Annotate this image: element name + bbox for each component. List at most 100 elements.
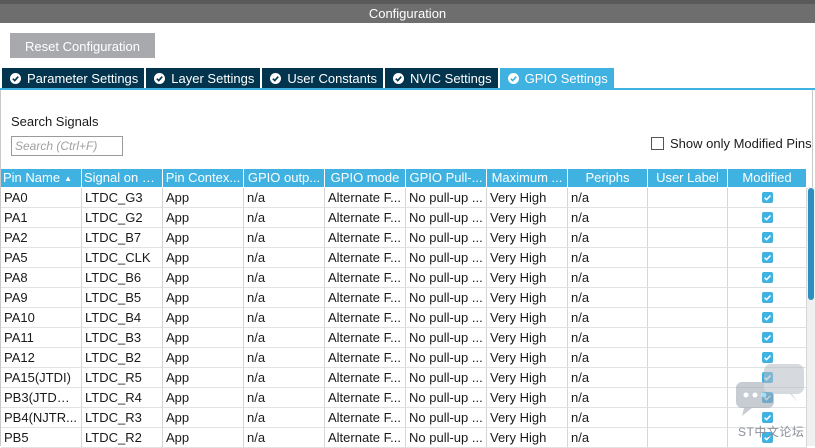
table-cell: App bbox=[163, 388, 244, 408]
table-cell: n/a bbox=[568, 308, 648, 328]
table-row[interactable]: PA5 LTDC_CLK App n/a Alternate F... No pull-u… bbox=[1, 248, 807, 268]
modified-checkbox-icon[interactable] bbox=[761, 252, 773, 263]
watermark-text: ST中文论坛 bbox=[738, 425, 805, 439]
show-only-modified-toggle[interactable]: Show only Modified Pins bbox=[651, 136, 812, 151]
table-cell: Very High bbox=[487, 228, 568, 248]
table-row[interactable]: PA8 LTDC_B6 App n/a Alternate F... No pull-up… bbox=[1, 268, 807, 288]
table-cell: App bbox=[163, 208, 244, 228]
table-cell: No pull-up ... bbox=[406, 388, 487, 408]
table-cell: No pull-up ... bbox=[406, 348, 487, 368]
modified-checkbox-icon[interactable] bbox=[761, 232, 773, 243]
modified-checkbox-icon[interactable] bbox=[761, 192, 773, 203]
modified-cell bbox=[728, 248, 807, 268]
table-cell: App bbox=[163, 348, 244, 368]
table-cell: LTDC_B6 bbox=[82, 268, 163, 288]
search-signals-label: Search Signals bbox=[11, 114, 99, 129]
table-cell: Alternate F... bbox=[325, 428, 406, 448]
table-cell: Alternate F... bbox=[325, 308, 406, 328]
table-cell: Alternate F... bbox=[325, 328, 406, 348]
table-row[interactable]: PA15(JTDI) LTDC_R5 App n/a Alternate F... No … bbox=[1, 368, 807, 388]
table-cell: n/a bbox=[244, 208, 325, 228]
column-header[interactable]: Signal on Pin bbox=[82, 169, 163, 187]
table-cell: App bbox=[163, 248, 244, 268]
modified-cell bbox=[728, 288, 807, 308]
table-cell: n/a bbox=[568, 228, 648, 248]
column-header[interactable]: GPIO outp... bbox=[244, 169, 325, 187]
modified-checkbox-icon[interactable] bbox=[761, 312, 773, 323]
table-row[interactable]: PA10 LTDC_B4 App n/a Alternate F... No pull-u… bbox=[1, 308, 807, 328]
table-cell bbox=[648, 288, 728, 308]
table-cell: App bbox=[163, 368, 244, 388]
modified-checkbox-icon[interactable] bbox=[761, 212, 773, 223]
table-row[interactable]: PA2 LTDC_B7 App n/a Alternate F... No pull-up… bbox=[1, 228, 807, 248]
table-cell: n/a bbox=[244, 248, 325, 268]
table-cell: Very High bbox=[487, 388, 568, 408]
column-header[interactable]: GPIO mode bbox=[325, 169, 406, 187]
column-header[interactable]: GPIO Pull-... bbox=[406, 169, 487, 187]
modified-checkbox-icon[interactable] bbox=[761, 292, 773, 303]
table-row[interactable]: PB4(NJTR... LTDC_R3 App n/a Alternate F... No… bbox=[1, 408, 807, 428]
table-cell: LTDC_CLK bbox=[82, 248, 163, 268]
scrollbar-thumb[interactable] bbox=[808, 188, 814, 300]
search-input[interactable] bbox=[11, 136, 123, 156]
check-circle-icon bbox=[270, 72, 282, 84]
table-row[interactable]: PA9 LTDC_B5 App n/a Alternate F... No pull-up… bbox=[1, 288, 807, 308]
table-cell: No pull-up ... bbox=[406, 288, 487, 308]
table-cell: n/a bbox=[244, 188, 325, 208]
table-cell: n/a bbox=[568, 248, 648, 268]
table-row[interactable]: PB3(JTDO/... LTDC_R4 App n/a Alternate F... N… bbox=[1, 388, 807, 408]
modified-cell bbox=[728, 188, 807, 208]
tab-label: NVIC Settings bbox=[409, 70, 492, 86]
panel-title: Configuration bbox=[0, 4, 815, 23]
table-cell: App bbox=[163, 268, 244, 288]
table-cell: PB3(JTDO/... bbox=[1, 388, 82, 408]
table-row[interactable]: PA12 LTDC_B2 App n/a Alternate F... No pull-u… bbox=[1, 348, 807, 368]
table-cell: PA2 bbox=[1, 228, 82, 248]
table-cell: No pull-up ... bbox=[406, 208, 487, 228]
table-cell: PB5 bbox=[1, 428, 82, 448]
table-cell: No pull-up ... bbox=[406, 308, 487, 328]
tab-parameter-settings[interactable]: Parameter Settings bbox=[2, 68, 145, 88]
table-cell: Alternate F... bbox=[325, 268, 406, 288]
column-header[interactable]: Pin Name ▲ bbox=[1, 169, 82, 187]
tab-nvic-settings[interactable]: NVIC Settings bbox=[384, 68, 498, 88]
table-cell: PA9 bbox=[1, 288, 82, 308]
table-cell: App bbox=[163, 408, 244, 428]
table-cell: n/a bbox=[244, 388, 325, 408]
table-cell: n/a bbox=[568, 208, 648, 228]
table-cell: n/a bbox=[244, 328, 325, 348]
table-row[interactable]: PB5 LTDC_R2 App n/a Alternate F... No pull-up… bbox=[1, 428, 807, 448]
table-cell: Alternate F... bbox=[325, 388, 406, 408]
table-cell: Very High bbox=[487, 268, 568, 288]
table-cell: No pull-up ... bbox=[406, 188, 487, 208]
table-row[interactable]: PA0 LTDC_G3 App n/a Alternate F... No pull-up… bbox=[1, 188, 807, 208]
column-header[interactable]: Pin Contex... bbox=[163, 169, 244, 187]
table-cell: n/a bbox=[568, 428, 648, 448]
table-cell: LTDC_R3 bbox=[82, 408, 163, 428]
table-cell: n/a bbox=[568, 388, 648, 408]
tab-bar: Parameter Settings Layer Settings User C… bbox=[2, 68, 616, 88]
table-cell: No pull-up ... bbox=[406, 428, 487, 448]
column-header[interactable]: Maximum ... bbox=[487, 169, 568, 187]
column-header[interactable]: User Label bbox=[648, 169, 728, 187]
reset-configuration-button[interactable]: Reset Configuration bbox=[10, 33, 155, 58]
tab-layer-settings[interactable]: Layer Settings bbox=[146, 68, 261, 88]
tab-label: User Constants bbox=[287, 70, 377, 86]
table-cell bbox=[648, 428, 728, 448]
column-header[interactable]: Modified bbox=[728, 169, 807, 187]
tab-user-constants[interactable]: User Constants bbox=[262, 68, 383, 88]
show-only-modified-label: Show only Modified Pins bbox=[670, 136, 812, 151]
table-cell: Very High bbox=[487, 368, 568, 388]
table-cell: n/a bbox=[244, 408, 325, 428]
tab-gpio-settings[interactable]: GPIO Settings bbox=[499, 68, 614, 88]
table-cell: PA8 bbox=[1, 268, 82, 288]
column-header[interactable]: Periphs bbox=[568, 169, 648, 187]
checkbox-unchecked-icon[interactable] bbox=[651, 137, 664, 150]
table-row[interactable]: PA1 LTDC_G2 App n/a Alternate F... No pull-up… bbox=[1, 208, 807, 228]
table-cell: LTDC_B2 bbox=[82, 348, 163, 368]
modified-checkbox-icon[interactable] bbox=[761, 332, 773, 343]
table-cell bbox=[648, 188, 728, 208]
check-circle-icon bbox=[392, 72, 404, 84]
modified-checkbox-icon[interactable] bbox=[761, 272, 773, 283]
table-row[interactable]: PA11 LTDC_B3 App n/a Alternate F... No pull-u… bbox=[1, 328, 807, 348]
